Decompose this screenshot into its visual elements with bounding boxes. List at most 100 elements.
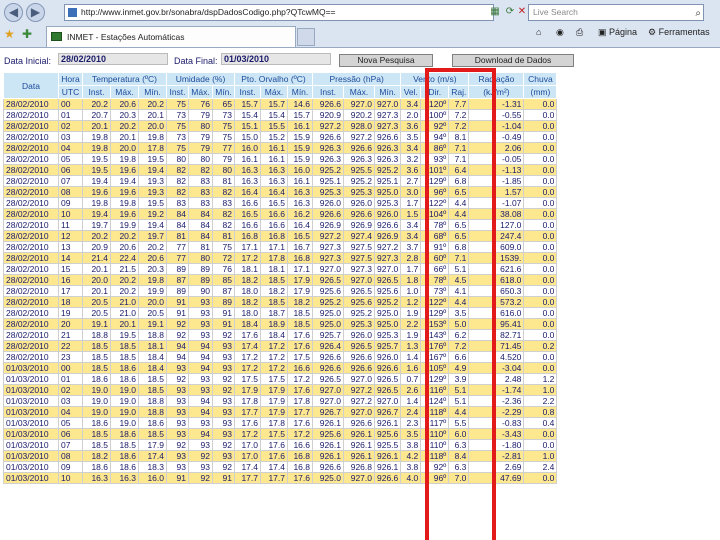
value-cell: 79 (188, 142, 213, 154)
print-icon[interactable]: ⎙ (576, 27, 583, 38)
value-cell: 0.0 (523, 241, 558, 253)
table-row: 28/02/2010 19 20.5 21.0 20.5 91 93 91 18.0 18.7 18… (3, 307, 558, 319)
value-cell: 0.0 (523, 472, 558, 484)
favorites-star-icon[interactable]: ★ (4, 27, 15, 41)
search-icon[interactable]: ⌕ (695, 6, 701, 21)
value-cell: 80 (166, 153, 189, 165)
value-cell: 18.5 (82, 362, 111, 374)
value-cell: 83 (166, 197, 189, 209)
value-cell: 19.0 (110, 406, 139, 418)
value-cell: 926.6 (343, 142, 375, 154)
value-cell: 18.1 (260, 263, 288, 275)
feeds-icon[interactable]: ◉ (556, 27, 564, 38)
value-cell: 0.0 (523, 263, 558, 275)
menu-page[interactable]: ▣ Página (598, 27, 637, 38)
value-cell: 926.3 (373, 142, 402, 154)
value-cell: 926.6 (373, 472, 402, 484)
table-row: 28/02/2010 07 19.4 19.4 19.3 82 83 81 16.3 16.3 16… (3, 175, 558, 187)
value-cell: 925.1 (373, 175, 402, 187)
end-date-input[interactable]: 01/03/2010 (221, 53, 331, 65)
value-cell: 93 (212, 450, 235, 462)
value-cell: 82 (166, 175, 189, 187)
value-cell: 79 (212, 153, 235, 165)
value-cell: 18.5 (110, 351, 139, 363)
value-cell: 81 (188, 241, 213, 253)
value-cell: 927.3 (343, 263, 375, 275)
value-cell: 3.9 (448, 373, 470, 385)
address-bar[interactable]: http://www.inmet.gov.br/sonabra/dspDados… (64, 4, 494, 21)
home-icon[interactable]: ⌂ (536, 27, 541, 37)
value-cell: 19.4 (82, 208, 111, 220)
value-cell: 118º (420, 406, 450, 418)
date-cell: 28/02/2010 (3, 186, 59, 198)
forward-button[interactable]: ▶ (26, 3, 45, 22)
download-data-button[interactable]: Download de Dados (452, 54, 574, 67)
value-cell: 15.1 (234, 120, 261, 132)
hour-cell: 01 (58, 373, 83, 385)
value-cell: 19.3 (138, 175, 167, 187)
value-cell: 926.6 (312, 208, 344, 220)
value-cell: 925.7 (312, 329, 344, 341)
value-cell: 16.0 (234, 142, 261, 154)
value-cell: 91 (166, 296, 189, 308)
stop-button[interactable]: ✕ (515, 5, 529, 19)
value-cell: 20.2 (110, 274, 139, 286)
add-favorite-icon[interactable]: ✚ (22, 27, 32, 41)
value-cell: 7.2 (448, 340, 470, 352)
hour-cell: 11 (58, 219, 83, 231)
value-cell: 1.0 (400, 285, 422, 297)
value-cell: 1.7 (400, 263, 422, 275)
value-cell: 6.3 (448, 461, 470, 473)
value-cell: 925.1 (312, 175, 344, 187)
value-cell: 93 (188, 439, 213, 451)
value-cell: 17.5 (234, 373, 261, 385)
value-cell: 247.4 (468, 230, 525, 242)
value-cell: 927.0 (312, 384, 344, 396)
value-cell: 17.6 (287, 472, 313, 484)
date-cell: 01/03/2010 (3, 439, 59, 451)
subheader-cell: Vel. (400, 85, 422, 99)
value-cell: 15.7 (260, 98, 288, 110)
value-cell: 927.5 (343, 252, 375, 264)
value-cell: 122º (420, 296, 450, 308)
back-button[interactable]: ◀ (4, 3, 23, 22)
date-cell: 28/02/2010 (3, 142, 59, 154)
new-tab-button[interactable] (297, 28, 315, 46)
value-cell: 20.5 (82, 296, 111, 308)
value-cell: 18.2 (260, 285, 288, 297)
value-cell: 6.0 (448, 428, 470, 440)
tab-inmet[interactable]: INMET - Estações Automáticas (46, 26, 296, 47)
subheader-cell: Inst. (82, 85, 111, 99)
menu-tools[interactable]: ⚙ Ferramentas (648, 27, 710, 38)
value-cell: 0.0 (523, 153, 558, 165)
value-cell: 19.5 (110, 329, 139, 341)
value-cell: 6.4 (448, 164, 470, 176)
value-cell: 16.4 (287, 219, 313, 231)
compat-button[interactable]: ▦ (488, 5, 502, 19)
value-cell: 16.1 (287, 120, 313, 132)
table-row: 01/03/2010 02 19.0 19.0 18.5 93 93 92 17.9 17.9 17… (3, 384, 558, 396)
value-cell: 926.8 (343, 461, 375, 473)
value-cell: 16.1 (234, 153, 261, 165)
value-cell: 95.41 (468, 318, 525, 330)
value-cell: 16.3 (260, 175, 288, 187)
value-cell: 926.9 (312, 219, 344, 231)
value-cell: 92 (212, 384, 235, 396)
new-search-button[interactable]: Nova Pesquisa (339, 54, 433, 67)
value-cell: 73º (420, 285, 450, 297)
value-cell: 21.0 (110, 296, 139, 308)
value-cell: 925.3 (373, 329, 402, 341)
value-cell: 3.6 (400, 120, 422, 132)
table-row: 28/02/2010 08 19.6 19.6 19.3 82 83 82 16.4 16.4 16… (3, 186, 558, 198)
search-box[interactable]: Live Search ⌕ (528, 4, 704, 21)
value-cell: 16.0 (287, 164, 313, 176)
value-cell: 18.6 (82, 373, 111, 385)
value-cell: 925.2 (373, 164, 402, 176)
value-cell: 925.6 (343, 296, 375, 308)
hour-cell: 10 (58, 472, 83, 484)
value-cell: 19.4 (138, 164, 167, 176)
value-cell: 82 (212, 186, 235, 198)
value-cell: 17.6 (287, 340, 313, 352)
value-cell: 91 (166, 472, 189, 484)
start-date-input[interactable]: 28/02/2010 (58, 53, 168, 65)
